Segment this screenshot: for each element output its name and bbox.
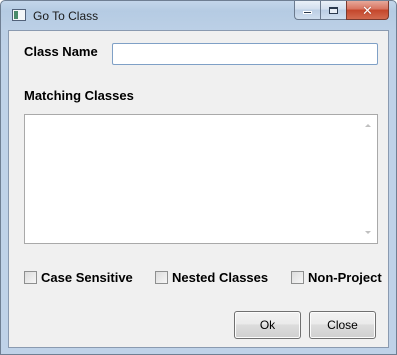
case-sensitive-checkbox[interactable]: Case Sensitive: [24, 270, 133, 285]
nested-classes-checkbox-box[interactable]: [155, 271, 168, 284]
maximize-button[interactable]: [320, 1, 346, 20]
minimize-button[interactable]: [294, 1, 320, 20]
maximize-icon: [329, 6, 338, 14]
caption-buttons: ✕: [294, 1, 389, 20]
class-name-input[interactable]: [112, 43, 378, 65]
matching-classes-label: Matching Classes: [24, 88, 134, 103]
matching-classes-list[interactable]: [24, 114, 378, 244]
scroll-down-arrow-icon[interactable]: [365, 231, 371, 234]
title-bar[interactable]: Go To Class ✕: [1, 1, 396, 30]
close-icon: ✕: [362, 2, 373, 18]
non-project-checkbox[interactable]: Non-Project: [291, 270, 382, 285]
non-project-checkbox-box[interactable]: [291, 271, 304, 284]
close-button[interactable]: Close: [309, 311, 376, 339]
minimize-icon: [303, 11, 312, 14]
scroll-up-arrow-icon[interactable]: [365, 124, 371, 127]
close-window-button[interactable]: ✕: [346, 1, 389, 20]
list-scrollbar[interactable]: [361, 115, 377, 243]
case-sensitive-checkbox-box[interactable]: [24, 271, 37, 284]
ok-button[interactable]: Ok: [234, 311, 301, 339]
window-title: Go To Class: [33, 9, 99, 23]
class-name-label: Class Name: [24, 44, 98, 59]
nested-classes-label: Nested Classes: [172, 270, 269, 285]
app-window-icon: [12, 9, 26, 21]
dialog-window: Go To Class ✕ Class Name Matching Classe…: [0, 0, 397, 355]
case-sensitive-label: Case Sensitive: [41, 270, 133, 285]
nested-classes-checkbox[interactable]: Nested Classes: [155, 270, 268, 285]
non-project-label: Non-Project: [308, 270, 382, 285]
dialog-body: Class Name Matching Classes Case Sensiti…: [8, 30, 389, 348]
